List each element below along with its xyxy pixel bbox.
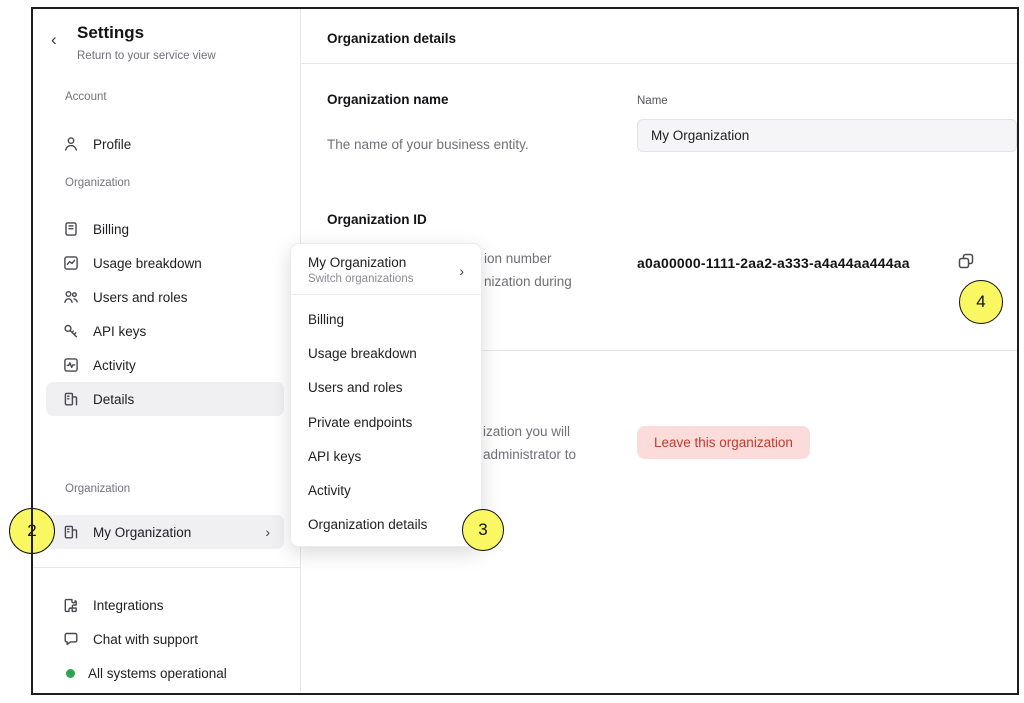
section-label-organization: Organization bbox=[65, 177, 130, 189]
sidebar-item-label: My Organization bbox=[93, 525, 191, 540]
chat-icon bbox=[62, 630, 80, 648]
sidebar-item-label: Activity bbox=[93, 358, 136, 373]
sidebar-item-activity[interactable]: Activity bbox=[46, 348, 284, 382]
sidebar-item-usage-breakdown[interactable]: Usage breakdown bbox=[46, 246, 284, 280]
sidebar-item-integrations[interactable]: Integrations bbox=[46, 588, 284, 622]
sidebar-item-label: Details bbox=[93, 392, 134, 407]
dropdown-item-billing[interactable]: Billing bbox=[291, 302, 481, 336]
dropdown-org-name: My Organization bbox=[308, 255, 467, 270]
chevron-right-icon: › bbox=[459, 263, 464, 279]
leave-description-fragment: ization you will bbox=[483, 424, 570, 439]
activity-icon bbox=[62, 356, 80, 374]
section-label-organization-switcher: Organization bbox=[65, 483, 130, 495]
org-id-section-title: Organization ID bbox=[327, 212, 427, 227]
profile-icon bbox=[62, 135, 80, 153]
organization-icon bbox=[62, 523, 80, 541]
users-roles-icon bbox=[62, 288, 80, 306]
sidebar-item-system-status[interactable]: All systems operational bbox=[46, 656, 284, 690]
dropdown-item-usage-breakdown[interactable]: Usage breakdown bbox=[291, 336, 481, 370]
annotation-badge-3: 3 bbox=[462, 509, 504, 551]
content-header-title: Organization details bbox=[327, 31, 456, 46]
sidebar-item-my-organization[interactable]: My Organization › bbox=[46, 515, 284, 549]
usage-breakdown-icon bbox=[62, 254, 80, 272]
organization-id-value: a0a00000-1111-2aa2-a333-a4a44aa444aa bbox=[637, 255, 910, 271]
sidebar-item-api-keys[interactable]: API keys bbox=[46, 314, 284, 348]
dropdown-item-api-keys[interactable]: API keys bbox=[291, 439, 481, 473]
chevron-right-icon: › bbox=[265, 524, 270, 540]
header-divider bbox=[301, 63, 1017, 64]
dropdown-item-activity[interactable]: Activity bbox=[291, 473, 481, 507]
dropdown-item-users-and-roles[interactable]: Users and roles bbox=[291, 371, 481, 405]
back-chevron-icon[interactable]: ‹ bbox=[51, 31, 57, 48]
dropdown-org-switcher[interactable]: My Organization Switch organizations › bbox=[291, 244, 481, 294]
annotation-badge-2: 2 bbox=[9, 508, 55, 554]
dropdown-item-organization-details[interactable]: Organization details bbox=[291, 508, 481, 542]
org-id-description-fragment: nization during bbox=[484, 274, 572, 289]
sidebar-subtitle: Return to your service view bbox=[77, 50, 216, 62]
sidebar-item-label: Billing bbox=[93, 222, 129, 237]
sidebar-item-label: Chat with support bbox=[93, 632, 198, 647]
sidebar-item-billing[interactable]: Billing bbox=[46, 212, 284, 246]
sidebar-item-users-and-roles[interactable]: Users and roles bbox=[46, 280, 284, 314]
api-keys-icon bbox=[62, 322, 80, 340]
sidebar-divider bbox=[33, 567, 300, 568]
sidebar-item-label: Usage breakdown bbox=[93, 256, 202, 271]
name-field-label: Name bbox=[637, 95, 668, 107]
copy-icon[interactable] bbox=[953, 248, 979, 274]
dropdown-item-private-endpoints[interactable]: Private endpoints bbox=[291, 405, 481, 439]
status-dot-icon bbox=[66, 669, 75, 678]
leave-organization-button[interactable]: Leave this organization bbox=[637, 426, 810, 459]
organization-dropdown-menu: My Organization Switch organizations › B… bbox=[290, 243, 482, 547]
org-name-section-description: The name of your business entity. bbox=[327, 137, 529, 152]
details-icon bbox=[62, 390, 80, 408]
sidebar-item-label: API keys bbox=[93, 324, 146, 339]
dropdown-org-subtitle: Switch organizations bbox=[308, 273, 467, 285]
sidebar-item-details[interactable]: Details bbox=[46, 382, 284, 416]
page-title: Settings bbox=[77, 23, 144, 43]
sidebar-item-label: All systems operational bbox=[88, 666, 227, 681]
org-id-description-fragment: ion number bbox=[484, 251, 552, 266]
org-name-section-title: Organization name bbox=[327, 92, 449, 107]
billing-icon bbox=[62, 220, 80, 238]
sidebar-item-chat-support[interactable]: Chat with support bbox=[46, 622, 284, 656]
settings-page: ‹ Settings Return to your service view A… bbox=[0, 0, 1024, 703]
annotation-badge-4: 4 bbox=[959, 280, 1003, 324]
sidebar-item-label: Profile bbox=[93, 137, 131, 152]
organization-name-input[interactable] bbox=[637, 119, 1017, 152]
section-label-account: Account bbox=[65, 91, 107, 103]
leave-description-fragment: administrator to bbox=[483, 447, 576, 462]
integrations-icon bbox=[62, 596, 80, 614]
sidebar-item-label: Integrations bbox=[93, 598, 164, 613]
sidebar-item-label: Users and roles bbox=[93, 290, 188, 305]
sidebar-item-profile[interactable]: Profile bbox=[46, 127, 284, 161]
